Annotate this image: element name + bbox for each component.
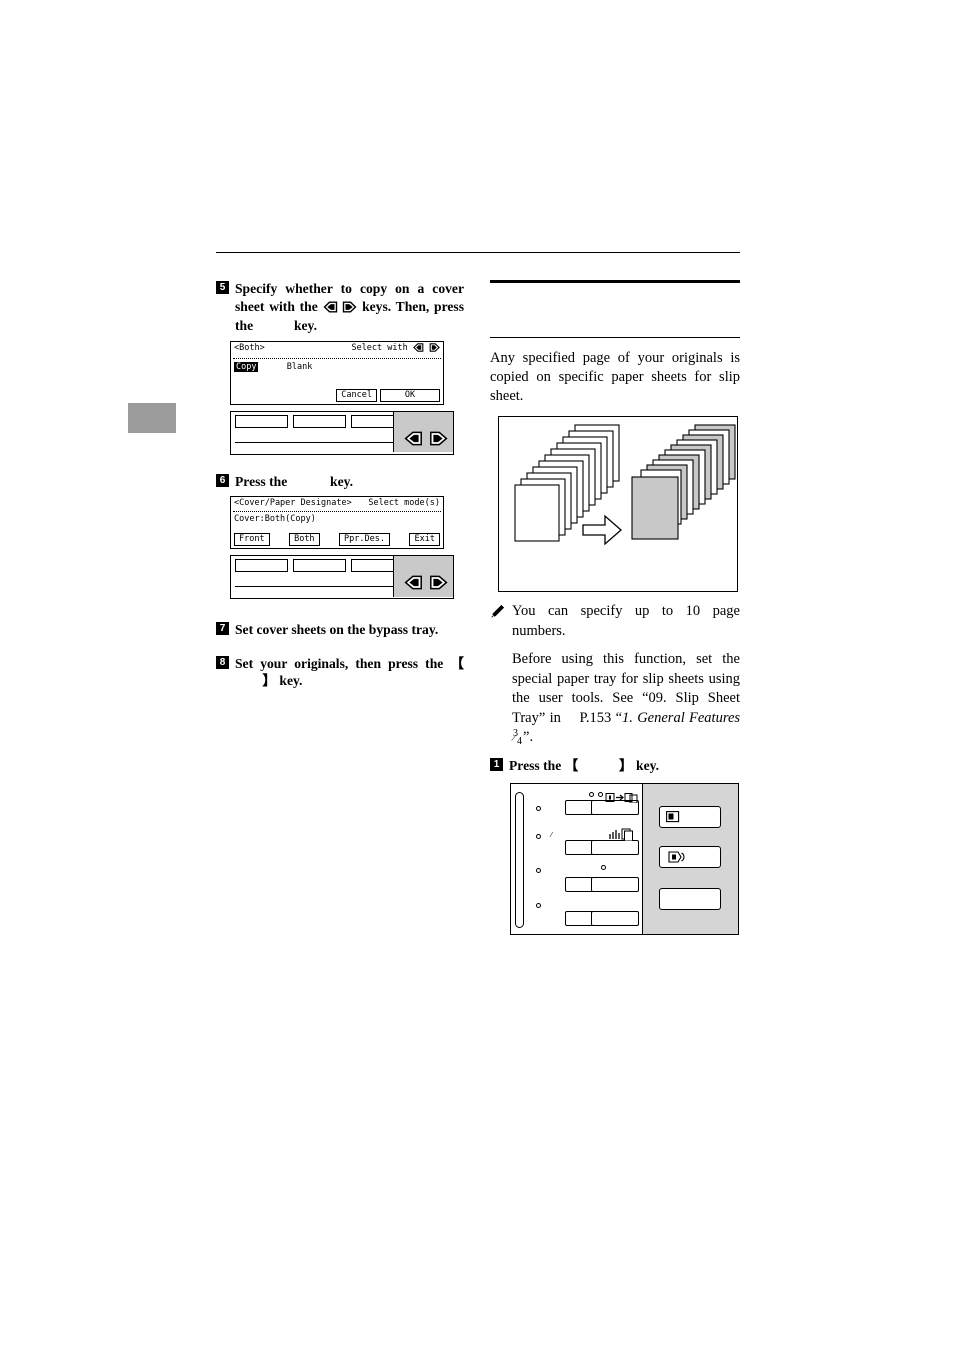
left-arrow-key-icon <box>412 342 424 356</box>
pencil-note-icon <box>490 603 506 624</box>
lcd-button-bar: Cancel OK <box>231 388 443 404</box>
step-5: 5 Specify whether to copy on a cover she… <box>216 280 464 335</box>
step-8-text-tail: key. <box>279 673 303 688</box>
duplex-symbol-icon <box>605 790 639 808</box>
lcd-ok-button[interactable]: OK <box>380 388 440 402</box>
paper-stacks-diagram <box>514 424 736 546</box>
section-intro-text: Any specified page of your originals is … <box>490 350 740 404</box>
panel-key[interactable] <box>235 414 288 428</box>
lcd-title-row: <Both> Select with <box>231 342 443 356</box>
lcd-front-button[interactable]: Front <box>234 533 270 546</box>
key-panel-illustration-1 <box>230 410 454 455</box>
step-1-text-before: Press the <box>509 757 562 773</box>
step-7: 7 Set cover sheets on the bypass tray. <box>216 621 464 639</box>
lcd-exit-button[interactable]: Exit <box>409 533 440 546</box>
panel-key[interactable] <box>591 877 639 892</box>
bracket-close: 】 <box>619 757 633 773</box>
panel-key[interactable] <box>659 888 721 910</box>
note-text-1: You can specify up to 10 page numbers. <box>512 603 740 639</box>
lcd-option-blank[interactable]: Blank <box>287 362 313 372</box>
right-arrow-key-icon[interactable] <box>429 575 448 595</box>
panel-arrow-keys <box>404 575 448 595</box>
indicator-led <box>536 903 541 908</box>
panel-key[interactable] <box>591 911 639 926</box>
indicator-led <box>536 868 541 873</box>
step-5-text-tail: key. <box>293 318 317 333</box>
panel-key[interactable] <box>235 559 288 572</box>
panel-tick-mark: ⁄ <box>551 832 553 839</box>
indicator-led <box>598 792 603 797</box>
step-6-number: 6 <box>216 473 229 487</box>
note2-italic-title: 1. General Features <box>622 709 741 726</box>
step-1-text-tail: key. <box>636 757 660 773</box>
key-panel-tabs <box>235 414 404 428</box>
lcd-screen-cover-paper-designate: <Cover/Paper Designate> Select mode(s) C… <box>230 496 444 549</box>
operation-panel-illustration: ⁄ <box>510 783 739 935</box>
right-arrow-key-icon[interactable] <box>429 431 448 451</box>
panel-key[interactable] <box>293 414 346 428</box>
bracket-open: 【 <box>450 655 464 671</box>
lcd-both-button[interactable]: Both <box>289 533 320 546</box>
lcd-title: <Both> <box>234 342 265 353</box>
step-7-number: 7 <box>216 622 229 635</box>
panel-key[interactable] <box>293 559 346 572</box>
manual-page: 5 Specify whether to copy on a cover she… <box>0 0 954 1351</box>
step-1-number: 1 <box>490 757 503 771</box>
key-panel-tabs <box>235 559 404 572</box>
bracket-open: 【 <box>564 757 579 773</box>
step-8-number: 8 <box>216 655 229 669</box>
bracket-close: 】 <box>262 673 276 688</box>
note2-fraction: 3/4 <box>510 728 522 747</box>
note-text-2: Before using this function, set the spec… <box>510 650 741 748</box>
sort-stack-symbol-icon <box>609 828 635 846</box>
lcd-button-bar: Front Both Ppr.Des. Exit <box>231 532 443 548</box>
panel-side-rail <box>515 792 524 928</box>
lcd-title: <Cover/Paper Designate> <box>234 498 352 508</box>
left-arrow-key-icon <box>323 300 338 318</box>
cover-paper-designate-key[interactable] <box>659 806 721 828</box>
slip-sheet-key[interactable] <box>659 846 721 868</box>
lcd-options-row: Copy Blank <box>231 359 443 388</box>
step-8-text-before: Set your originals, then press the <box>235 655 444 671</box>
lcd-paper-designate-button[interactable]: Ppr.Des. <box>339 533 390 546</box>
header-rule <box>216 252 740 253</box>
indicator-led <box>589 792 594 797</box>
step-6-text-after: key. <box>330 473 354 489</box>
step-7-text: Set cover sheets on the bypass tray. <box>235 622 439 637</box>
lcd-status-text: Cover:Both(Copy) <box>234 514 316 524</box>
left-column: 5 Specify whether to copy on a cover she… <box>216 280 464 696</box>
step-1: 1 Press the 【 】 key. <box>490 757 740 775</box>
note-block: You can specify up to 10 page numbers. B… <box>490 602 740 748</box>
left-arrow-key-icon[interactable] <box>404 575 423 595</box>
step-8: 8 Set your originals, then press the 【 】… <box>216 655 464 690</box>
section-rule-thick <box>490 280 740 283</box>
right-arrow-key-icon <box>429 342 440 356</box>
note2-period: . <box>529 729 534 745</box>
step-5-number: 5 <box>216 281 229 294</box>
indicator-led <box>536 834 541 839</box>
right-arrow-key-icon <box>342 300 357 318</box>
panel-arrow-keys <box>404 431 448 451</box>
indicator-led <box>536 806 541 811</box>
right-column: Any specified page of your originals is … <box>490 280 740 935</box>
lcd-status-row: Cover:Both(Copy) <box>231 512 443 532</box>
lcd-hint: Select mode(s) <box>368 498 440 508</box>
chapter-thumb-tab <box>128 403 176 433</box>
lcd-cancel-button[interactable]: Cancel <box>336 388 377 402</box>
left-arrow-key-icon[interactable] <box>404 431 423 451</box>
lcd-screen-both: <Both> Select with Copy Blank Cancel OK <box>230 340 444 405</box>
key-panel-illustration-2 <box>230 555 454 599</box>
step-6: 6 Press the key. <box>216 473 464 491</box>
step-6-text-before: Press the <box>235 473 288 489</box>
indicator-led <box>601 865 606 870</box>
lcd-hint: Select with <box>351 343 440 356</box>
note2-reference: P.153 <box>579 709 612 726</box>
lcd-option-copy[interactable]: Copy <box>234 361 259 372</box>
lcd-title-row: <Cover/Paper Designate> Select mode(s) <box>231 497 443 509</box>
section-rule-thin <box>490 337 740 338</box>
process-arrow-icon <box>582 514 622 546</box>
slip-sheet-illustration <box>498 416 738 592</box>
